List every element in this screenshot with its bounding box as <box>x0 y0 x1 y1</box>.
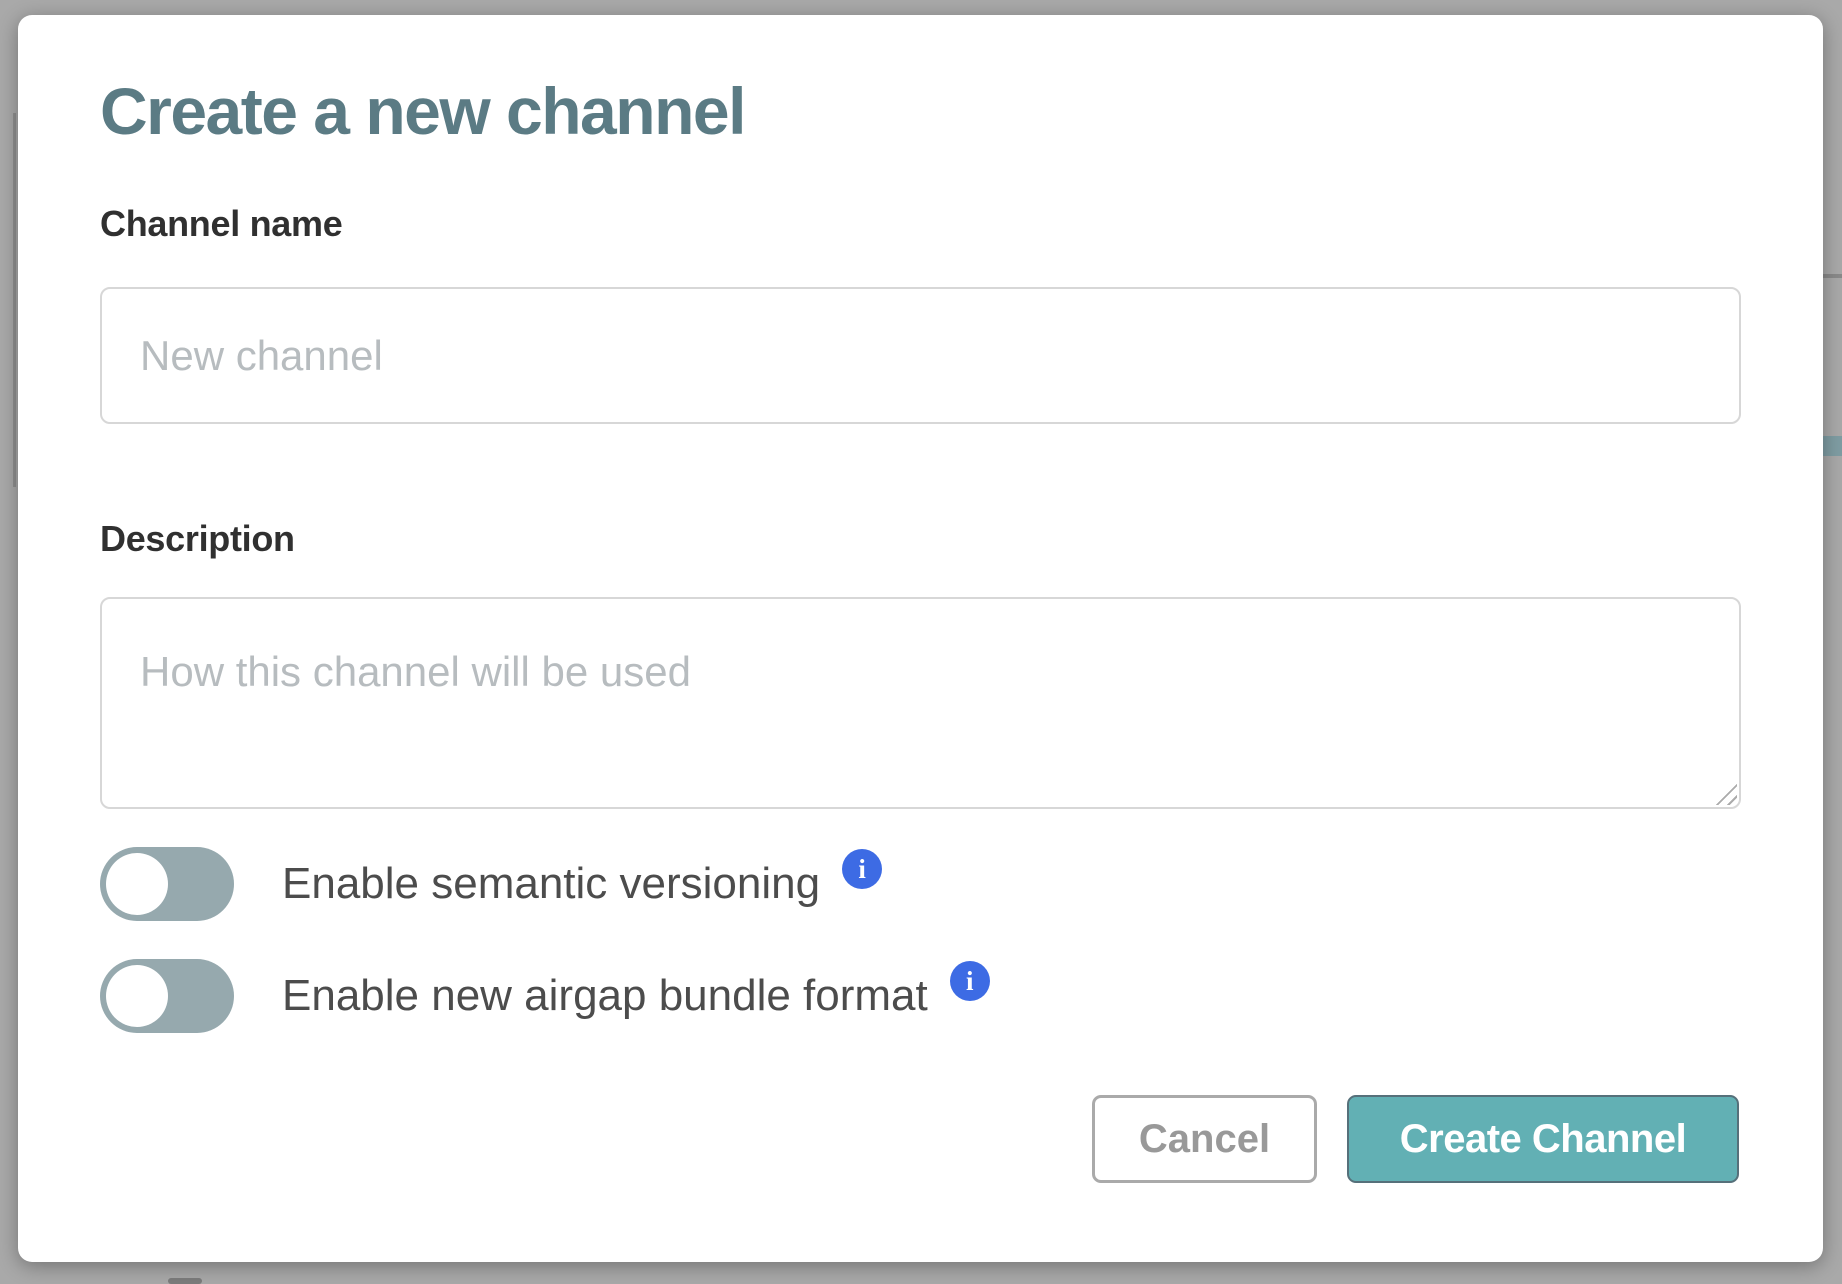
channel-name-input[interactable] <box>100 287 1741 424</box>
dimmed-backdrop: e e a l t- s Create a new channel Channe… <box>0 0 1842 1284</box>
background-divider-fragment <box>1822 274 1842 278</box>
modal-title: Create a new channel <box>100 73 745 149</box>
description-label: Description <box>100 518 295 560</box>
toggle-knob <box>106 965 168 1027</box>
create-channel-modal: Create a new channel Channel name Descri… <box>18 15 1823 1262</box>
background-fragment <box>168 1278 202 1284</box>
airgap-bundle-toggle[interactable] <box>100 959 234 1033</box>
create-channel-button[interactable]: Create Channel <box>1347 1095 1739 1183</box>
info-icon[interactable] <box>950 961 990 1001</box>
semantic-versioning-toggle[interactable] <box>100 847 234 921</box>
background-teal-fragment <box>1822 436 1842 456</box>
background-page-edge <box>13 113 16 487</box>
info-icon[interactable] <box>842 849 882 889</box>
toggle-knob <box>106 853 168 915</box>
channel-name-label: Channel name <box>100 203 342 245</box>
airgap-bundle-label: Enable new airgap bundle format <box>282 971 928 1021</box>
modal-footer: Cancel Create Channel <box>1092 1095 1739 1183</box>
cancel-button[interactable]: Cancel <box>1092 1095 1317 1183</box>
semantic-versioning-label: Enable semantic versioning <box>282 859 820 909</box>
description-textarea[interactable] <box>100 597 1741 809</box>
